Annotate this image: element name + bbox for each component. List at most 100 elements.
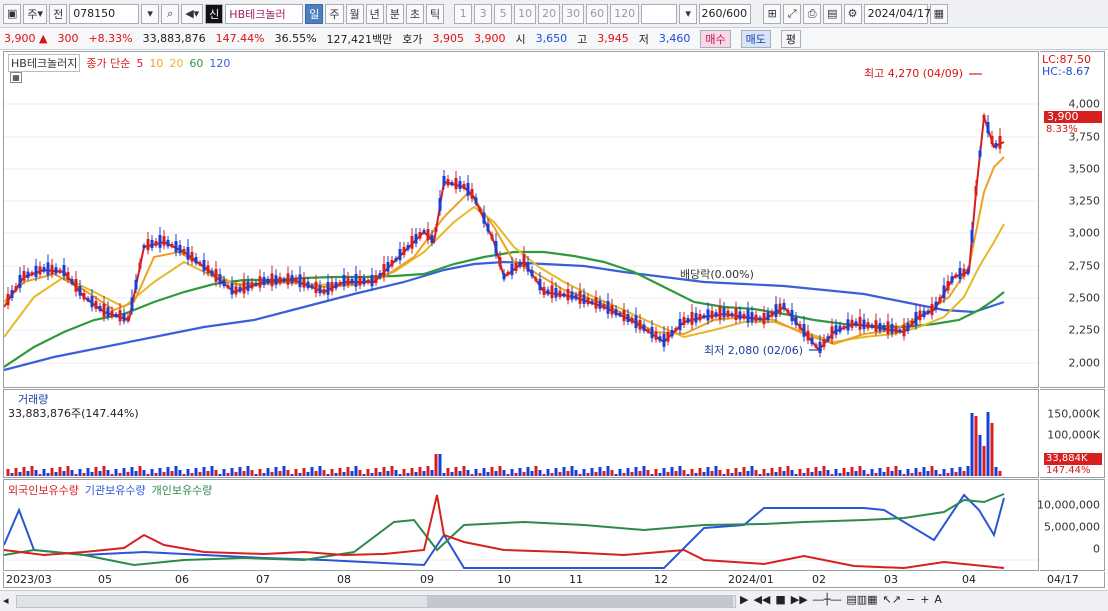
- sell-button[interactable]: 매도: [740, 29, 771, 48]
- grid-toggle-icon[interactable]: ▦: [10, 72, 22, 83]
- candle-body: [646, 329, 650, 333]
- period-select[interactable]: 주 ▾: [23, 3, 48, 24]
- ma-10-line: [3, 156, 1005, 346]
- window-menu-icon[interactable]: ▣: [3, 3, 22, 24]
- volume-chart-panel[interactable]: 거래량 33,883,876주(147.44%): [3, 389, 1039, 478]
- count-field[interactable]: 260/600: [699, 3, 752, 24]
- ma-10-label: 10: [149, 56, 164, 70]
- volume-bar: [422, 471, 426, 476]
- zoom-out-icon[interactable]: −: [906, 593, 915, 606]
- volume-ratio: 147.44%: [215, 32, 265, 45]
- tab-month[interactable]: 월: [345, 3, 364, 24]
- candle-body: [862, 319, 866, 330]
- volume-bar: [622, 473, 626, 476]
- tab-week[interactable]: 주: [325, 3, 344, 24]
- price-chart-panel[interactable]: HB테크놀러지 종가 단순 5 10 20 60 120 ▦ 최고 4,270 …: [3, 51, 1039, 388]
- candle-body: [926, 310, 930, 314]
- y-tick-2000: 2,000: [1068, 356, 1101, 370]
- scroll-track[interactable]: [16, 595, 736, 608]
- candle-body: [690, 312, 694, 325]
- volume-chart[interactable]: [4, 390, 1038, 477]
- minute-opt-20[interactable]: 20: [538, 3, 561, 24]
- candle-body: [38, 266, 42, 275]
- institution-line: [3, 493, 1005, 569]
- stock-code-input[interactable]: 078150: [69, 3, 140, 24]
- settings-icon[interactable]: ⚙: [843, 3, 862, 24]
- eval-button[interactable]: 평: [780, 29, 802, 48]
- tab-second[interactable]: 초: [405, 3, 425, 24]
- code-dropdown-icon[interactable]: ▾: [141, 3, 160, 24]
- scroll-thumb[interactable]: [427, 596, 733, 607]
- stock-name-tag: HB테크놀러지: [8, 54, 81, 72]
- candle-body: [170, 244, 174, 248]
- speaker-icon[interactable]: ◀▾: [181, 3, 204, 24]
- minute-opt-30[interactable]: 30: [562, 3, 585, 24]
- draw-tool-icon[interactable]: ⤢: [783, 3, 802, 24]
- holdings-chart-panel[interactable]: 외국인보유수량 기관보유수량 개인보유수량: [3, 479, 1039, 571]
- fast-forward-icon[interactable]: ▶▶: [791, 593, 808, 606]
- tab-tick[interactable]: 틱: [426, 3, 445, 24]
- volume-bar: [862, 470, 866, 476]
- volume-bar: [334, 473, 338, 476]
- candle-body: [642, 324, 646, 332]
- tab-day[interactable]: 일: [305, 3, 324, 24]
- candle-body: [426, 229, 430, 241]
- chart-tools-icon[interactable]: ⊞: [763, 3, 782, 24]
- y-tick-2500: 2,500: [1068, 291, 1101, 305]
- candle-body: [358, 276, 362, 286]
- volume-bar: [498, 466, 502, 476]
- minute-opt-60[interactable]: 60: [586, 3, 609, 24]
- interval-dropdown-icon[interactable]: ▾: [679, 3, 698, 24]
- volume-bar: [822, 466, 826, 476]
- prev-button[interactable]: 전: [49, 3, 68, 24]
- volume-bar: [338, 468, 342, 476]
- scroll-left-icon[interactable]: ◂: [3, 594, 9, 607]
- volume-bar: [710, 471, 714, 476]
- candle-body: [102, 304, 106, 317]
- buy-button[interactable]: 매수: [700, 29, 731, 48]
- trade-amount: 127,421백만: [326, 32, 393, 46]
- volume-bar: [730, 473, 734, 476]
- stock-name-field[interactable]: HB테크놀러: [225, 3, 304, 24]
- volume-bar: [802, 473, 806, 476]
- search-icon[interactable]: ⌕: [161, 3, 180, 24]
- tab-year[interactable]: 년: [365, 3, 384, 24]
- date-input[interactable]: 2024/04/17: [863, 3, 931, 24]
- minute-opt-120[interactable]: 120: [610, 3, 640, 24]
- volume-bar: [474, 469, 478, 476]
- print-icon[interactable]: ⎙: [803, 3, 822, 24]
- x-label-04-17: 04/17: [1047, 573, 1079, 586]
- volume-bar: [206, 471, 210, 476]
- arrow-tools-icon[interactable]: ↖↗: [883, 593, 901, 606]
- interval-input[interactable]: [641, 3, 678, 24]
- font-size-icon[interactable]: A: [934, 593, 942, 606]
- volume-pct-tag: 147.44%: [1046, 465, 1091, 476]
- price-chart[interactable]: [3, 52, 1038, 387]
- volume-bar: [806, 468, 810, 476]
- grid-tools-icon[interactable]: ▤▥▦: [846, 593, 877, 606]
- candle-body: [210, 270, 214, 276]
- candle-body: [746, 309, 750, 323]
- zoom-in-icon[interactable]: +: [920, 593, 929, 606]
- minute-opt-1[interactable]: 1: [454, 3, 473, 24]
- minute-opt-10[interactable]: 10: [514, 3, 537, 24]
- minute-opt-3[interactable]: 3: [474, 3, 493, 24]
- volume-bar: [198, 472, 202, 476]
- calendar-icon[interactable]: ▦: [929, 3, 948, 24]
- stop-icon[interactable]: ■: [775, 593, 785, 606]
- step-forward-icon[interactable]: ▶: [740, 593, 748, 606]
- minute-opt-5[interactable]: 5: [494, 3, 513, 24]
- zoom-slider-icon[interactable]: ―┼―: [813, 593, 842, 606]
- candle-body: [414, 234, 418, 244]
- candle-body: [958, 268, 962, 280]
- tab-minute[interactable]: 분: [385, 3, 404, 24]
- volume-bar: [866, 474, 870, 476]
- volume-bar: [662, 468, 666, 476]
- volume-bar: [322, 470, 326, 476]
- save-icon[interactable]: ▤: [823, 3, 842, 24]
- volume-bar: [998, 471, 1002, 476]
- rewind-icon[interactable]: ◀◀: [753, 593, 770, 606]
- ma-60-label: 60: [189, 56, 204, 70]
- volume-bar: [858, 466, 862, 476]
- x-label-2024-01: 2024/01: [728, 573, 774, 586]
